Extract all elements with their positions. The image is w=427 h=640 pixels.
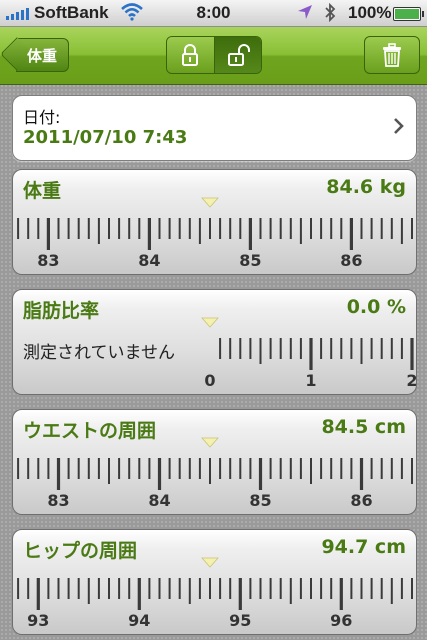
hip-ruler-card[interactable]: 93 94 95 96 ヒップの周囲 94.7 cm — [12, 529, 417, 635]
ruler-tick-label: 83 — [37, 251, 59, 270]
ruler-pointer-icon — [201, 437, 219, 448]
ruler-tick-label: 96 — [330, 611, 352, 630]
ruler-tick-label: 83 — [47, 491, 69, 510]
hip-value: 94.7 cm — [321, 536, 406, 558]
ruler-tick-label: 84 — [138, 251, 160, 270]
weight-value: 84.6 kg — [326, 176, 406, 198]
waist-ruler-card[interactable]: 83 84 85 86 ウエストの周囲 84.5 cm — [12, 409, 417, 515]
ruler-tick-label: 86 — [340, 251, 362, 270]
ruler-tick-label: 94 — [128, 611, 150, 630]
trash-button[interactable] — [364, 36, 420, 74]
ruler-pointer-icon — [201, 557, 219, 568]
lock-closed-segment[interactable] — [167, 37, 215, 73]
ruler-tick-label: 86 — [350, 491, 372, 510]
status-bar: SoftBank 8:00 100% — [0, 0, 427, 27]
weight-ruler-card[interactable]: 83 84 85 86 体重 84.6 kg — [12, 169, 417, 275]
ruler-tick-label: 95 — [229, 611, 251, 630]
back-button-label: 体重 — [26, 46, 57, 65]
date-label: 日付: — [23, 108, 61, 127]
ruler-tick-label: 85 — [249, 491, 271, 510]
ruler-tick-label: 84 — [148, 491, 170, 510]
not-measured-note: 測定されていません — [23, 343, 175, 363]
ruler-pointer-icon — [201, 197, 219, 208]
weight-title: 体重 — [23, 180, 62, 202]
location-icon — [297, 4, 313, 25]
date-value: 2011/07/10 7:43 — [23, 127, 188, 148]
waist-value: 84.5 cm — [321, 416, 406, 438]
lock-open-segment[interactable] — [214, 37, 261, 73]
ruler-tick-label: 2 — [406, 371, 416, 390]
lock-open-icon — [227, 44, 250, 66]
ruler-tick-label: 85 — [239, 251, 261, 270]
navigation-bar: 体重 — [0, 27, 427, 85]
chevron-right-icon — [393, 116, 405, 140]
ruler-pointer-icon — [201, 317, 219, 328]
body-fat-title: 脂肪比率 — [23, 300, 100, 322]
trash-icon — [383, 43, 401, 67]
lock-closed-icon — [182, 44, 199, 66]
ruler-tick-label: 1 — [305, 371, 316, 390]
waist-title: ウエストの周囲 — [23, 420, 157, 442]
body-fat-ruler-card[interactable]: 0 1 2 脂肪比率 0.0 % 測定されていません — [12, 289, 417, 395]
lock-segmented-control[interactable] — [166, 36, 262, 74]
body-fat-value: 0.0 % — [346, 296, 406, 318]
ruler-tick-label: 0 — [204, 371, 215, 390]
battery-icon — [393, 7, 424, 21]
bluetooth-icon — [324, 2, 336, 27]
back-button[interactable]: 体重 — [16, 38, 69, 72]
date-row[interactable]: 日付: 2011/07/10 7:43 — [12, 95, 417, 161]
hip-title: ヒップの周囲 — [23, 540, 138, 562]
battery-percent: 100% — [348, 3, 392, 22]
ruler-tick-label: 93 — [27, 611, 49, 630]
